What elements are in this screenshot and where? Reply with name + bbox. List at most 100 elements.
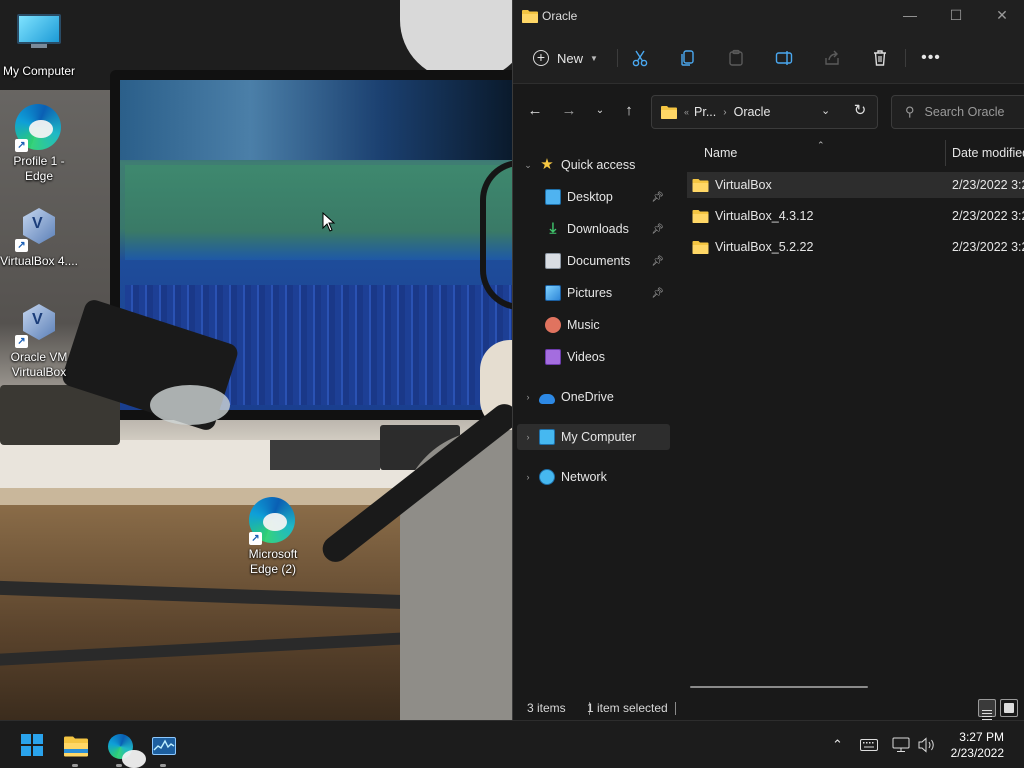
pin-icon: 📌︎ [651, 191, 664, 203]
title-bar[interactable]: Oracle — ☐ ✕ [513, 0, 1024, 32]
command-bar: + New ▼ ••• [513, 32, 1024, 84]
refresh-button[interactable]: ↻ [847, 101, 873, 119]
star-icon: ★ [540, 156, 554, 173]
chevron-down-icon: ⌄ [821, 105, 831, 117]
nav-item-label: Music [567, 318, 600, 332]
nav-item-quick-access[interactable]: ⌄ ★ Quick access [517, 152, 670, 178]
window-title: Oracle [542, 9, 578, 23]
file-row[interactable]: VirtualBox 2/23/2022 3:2 [687, 172, 1024, 198]
arrow-left-icon: ← [527, 102, 543, 119]
search-placeholder: Search Oracle [924, 105, 1005, 119]
new-button[interactable]: + New ▼ [533, 45, 598, 71]
back-button[interactable]: ← [523, 100, 547, 124]
nav-item-videos[interactable]: Videos [517, 344, 670, 370]
shortcut-arrow-icon: ↗ [249, 532, 262, 545]
desktop-icon-my-computer[interactable]: My Computer [0, 10, 80, 79]
network-status-button[interactable] [892, 721, 910, 768]
address-dropdown-button[interactable]: ⌄ [821, 104, 830, 117]
folder-icon [661, 106, 677, 119]
item-count: 3 items [527, 701, 566, 715]
copy-button[interactable] [675, 45, 701, 71]
column-divider[interactable] [945, 140, 946, 166]
chevron-right-icon: › [723, 106, 727, 118]
plus-icon: + [533, 50, 549, 66]
nav-item-label: Desktop [567, 190, 613, 204]
file-row[interactable]: VirtualBox_4.3.12 2/23/2022 3:2 [687, 203, 1024, 229]
file-row[interactable]: VirtualBox_5.2.22 2/23/2022 3:2 [687, 234, 1024, 260]
recent-locations-button[interactable]: ⌄ [588, 100, 612, 124]
breadcrumb-item[interactable]: Pr... [694, 105, 716, 119]
divider [905, 49, 906, 67]
breadcrumb-overflow[interactable]: « [684, 107, 689, 117]
file-date: 2/23/2022 3:2 [952, 209, 1024, 223]
horizontal-scrollbar[interactable] [690, 686, 868, 688]
share-button[interactable] [819, 45, 845, 71]
windows-logo-icon [21, 734, 43, 756]
cut-button[interactable] [627, 45, 653, 71]
keyboard-icon [860, 739, 878, 751]
nav-item-documents[interactable]: Documents 📌︎ [517, 248, 670, 274]
nav-item-network[interactable]: › Network [517, 464, 670, 490]
selection-count: 1 item selected [587, 701, 668, 715]
close-icon: ✕ [996, 7, 1008, 23]
chevron-down-icon: ⌄ [524, 159, 532, 170]
address-bar[interactable]: « Pr... › Oracle [651, 95, 878, 129]
close-button[interactable]: ✕ [979, 0, 1024, 32]
nav-item-music[interactable]: Music [517, 312, 670, 338]
breadcrumb-item[interactable]: Oracle [734, 105, 771, 119]
desktop-icon-label: Microsoft [248, 547, 298, 561]
taskbar-file-explorer[interactable] [56, 727, 96, 767]
nav-item-label: Pictures [567, 286, 613, 300]
show-hidden-icons-button[interactable]: ⌃ [832, 721, 843, 768]
maximize-button[interactable]: ☐ [933, 0, 979, 32]
column-header-name[interactable]: Name [704, 140, 737, 166]
chevron-down-icon: ▼ [590, 53, 598, 63]
desktop-icon-virtualbox-4[interactable]: V ↗ VirtualBox 4.... [0, 204, 80, 269]
nav-item-my-computer[interactable]: › My Computer [517, 424, 670, 450]
minimize-icon: — [903, 7, 917, 23]
chevron-up-icon: ⌃ [832, 737, 843, 752]
cloud-icon [539, 393, 555, 404]
large-icons-view-button[interactable] [1000, 699, 1018, 717]
details-view-button[interactable] [978, 699, 996, 720]
file-name: VirtualBox_4.3.12 [715, 209, 814, 223]
refresh-icon: ↻ [853, 102, 867, 119]
nav-item-pictures[interactable]: Pictures 📌︎ [517, 280, 670, 306]
search-box[interactable]: ⚲ Search Oracle [891, 95, 1024, 129]
clock-time: 3:27 PM [959, 730, 1004, 744]
desktop-icon-microsoft-edge[interactable]: ↗ Microsoft Edge (2) [232, 497, 314, 577]
nav-item-downloads[interactable]: ⤓ Downloads 📌︎ [517, 216, 670, 242]
folder-icon [692, 241, 709, 254]
desktop-icon-profile-edge[interactable]: ↗ Profile 1 - Edge [0, 104, 80, 184]
network-icon [539, 469, 555, 485]
up-button[interactable]: ↑ [617, 100, 641, 124]
folder-icon [522, 10, 538, 23]
computer-icon [539, 429, 555, 445]
mouse-cursor-icon [322, 212, 336, 232]
system-clock[interactable]: 3:27 PM 2/23/2022 [951, 729, 1004, 761]
volume-icon [918, 737, 934, 753]
keyboard-button[interactable] [860, 721, 878, 768]
paste-button[interactable] [723, 45, 749, 71]
desktop-icon [545, 189, 561, 205]
more-options-button[interactable]: ••• [918, 45, 944, 71]
desktop-icon-label: VirtualBox [11, 365, 67, 379]
copy-icon [681, 50, 694, 66]
running-indicator [160, 764, 166, 767]
rename-button[interactable] [771, 45, 797, 71]
share-icon [825, 50, 839, 65]
forward-button[interactable]: → [557, 100, 581, 124]
taskbar-edge[interactable] [100, 727, 146, 768]
column-header-date[interactable]: Date modified [952, 140, 1024, 166]
delete-button[interactable] [867, 45, 893, 71]
start-button[interactable] [12, 727, 52, 767]
file-name: VirtualBox [715, 178, 772, 192]
nav-item-desktop[interactable]: Desktop 📌︎ [517, 184, 670, 210]
maximize-icon: ☐ [949, 7, 963, 23]
volume-button[interactable] [918, 721, 936, 768]
nav-item-onedrive[interactable]: › OneDrive [517, 384, 670, 410]
minimize-button[interactable]: — [887, 0, 933, 32]
shortcut-arrow-icon: ↗ [15, 239, 28, 252]
desktop-icon-oracle-vm-virtualbox[interactable]: V ↗ Oracle VM VirtualBox [0, 300, 80, 380]
taskbar-task-manager[interactable] [144, 727, 184, 767]
